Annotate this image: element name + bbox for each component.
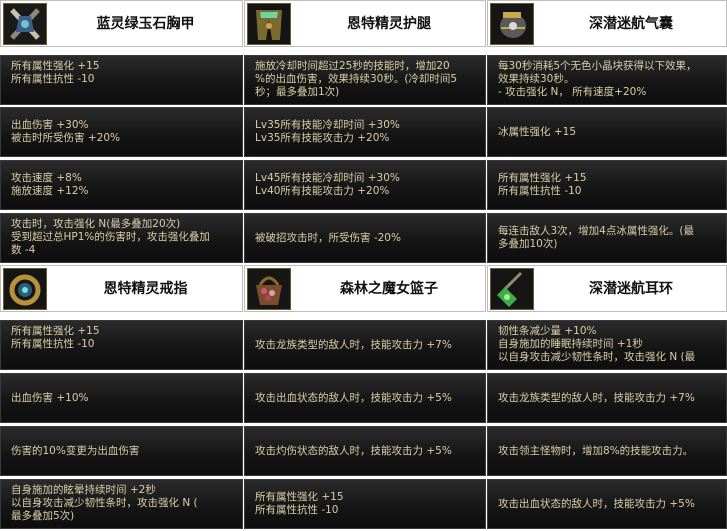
- stat-row: 攻击时，攻击强化 N(最多叠加20次) 受到超过总HP1%的伤害时，攻击强化叠加…: [0, 213, 243, 263]
- witch-basket-icon: [247, 268, 291, 310]
- stat-row: 被破招攻击时，所受伤害 -20%: [244, 213, 486, 263]
- stat-row: 出血伤害 +30% 被击时所受伤害 +20%: [0, 107, 243, 157]
- stat-row: 攻击龙族类型的敌人时，技能攻击力 +7%: [244, 320, 486, 370]
- air-bladder-icon: [490, 3, 534, 45]
- stat-row: Lv45所有技能冷却时间 +30% Lv40所有技能攻击力 +20%: [244, 160, 486, 210]
- stat-row: Lv35所有技能冷却时间 +30% Lv35所有技能攻击力 +20%: [244, 107, 486, 157]
- item-card-breastplate: 蓝灵绿玉石胸甲 所有属性强化 +15 所有属性抗性 -10 出血伤害 +30% …: [0, 0, 243, 264]
- stat-row: 每30秒消耗5个无色小晶块获得以下效果， 效果持续30秒。 - 攻击强化 N， …: [487, 55, 727, 105]
- stat-row: 攻击出血状态的敌人时，技能攻击力 +5%: [487, 479, 727, 529]
- item-header: 深潜迷航耳环: [487, 265, 727, 312]
- ring-icon: [3, 268, 47, 310]
- item-card-air-bladder: 深潜迷航气囊 每30秒消耗5个无色小晶块获得以下效果， 效果持续30秒。 - 攻…: [487, 0, 727, 264]
- stat-row: 每连击敌人3次，增加4点冰属性强化。(最 多叠加10次): [487, 213, 727, 263]
- item-card-earring: 深潜迷航耳环 韧性条减少量 +10% 自身施加的睡眠持续时间 +1秒 以自身攻击…: [487, 265, 727, 531]
- stat-row: 攻击速度 +8% 施放速度 +12%: [0, 160, 243, 210]
- item-card-witch-basket: 森林之魔女篮子 攻击龙族类型的敌人时，技能攻击力 +7% 攻击出血状态的敌人时，…: [244, 265, 486, 531]
- leg-armor-icon: [247, 3, 291, 45]
- item-header: 恩特精灵戒指: [0, 265, 243, 312]
- item-title: 深潜迷航气囊: [589, 16, 673, 32]
- item-title: 蓝灵绿玉石胸甲: [96, 16, 195, 32]
- item-card-leg-armor: 恩特精灵护腿 施放冷却时间超过25秒的技能时，增加20 %的出血伤害，效果持续3…: [244, 0, 486, 264]
- stat-row: 韧性条减少量 +10% 自身施加的睡眠持续时间 +1秒 以自身攻击减少韧性条时，…: [487, 320, 727, 370]
- item-title: 恩特精灵护腿: [347, 16, 431, 32]
- breastplate-icon: [3, 3, 47, 45]
- stat-row: 伤害的10%变更为出血伤害: [0, 426, 243, 476]
- item-title: 恩特精灵戒指: [103, 281, 188, 297]
- stat-row: 攻击出血状态的敌人时，技能攻击力 +5%: [244, 373, 486, 423]
- item-header: 恩特精灵护腿: [244, 0, 486, 47]
- item-card-ring: 恩特精灵戒指 所有属性强化 +15 所有属性抗性 -10 出血伤害 +10% 伤…: [0, 265, 243, 531]
- stat-row: 所有属性强化 +15 所有属性抗性 -10: [0, 320, 243, 370]
- item-header: 森林之魔女篮子: [244, 265, 486, 312]
- stat-row: 出血伤害 +10%: [0, 373, 243, 423]
- item-header: 蓝灵绿玉石胸甲: [0, 0, 243, 47]
- stat-row: 攻击灼伤状态的敌人时，技能攻击力 +5%: [244, 426, 486, 476]
- earring-icon: [490, 268, 534, 310]
- stat-row: 所有属性强化 +15 所有属性抗性 -10: [244, 479, 486, 529]
- stat-row: 自身施加的眩晕持续时间 +2秒 以自身攻击减少韧性条时，攻击强化 N ( 最多叠…: [0, 479, 243, 529]
- stat-row: 攻击领主怪物时，增加8%的技能攻击力。: [487, 426, 727, 476]
- stat-row: 所有属性强化 +15 所有属性抗性 -10: [487, 160, 727, 210]
- stat-row: 攻击龙族类型的敌人时，技能攻击力 +7%: [487, 373, 727, 423]
- item-title: 深潜迷航耳环: [589, 281, 673, 297]
- item-header: 深潜迷航气囊: [487, 0, 727, 47]
- stat-row: 施放冷却时间超过25秒的技能时，增加20 %的出血伤害，效果持续30秒。(冷却时…: [244, 55, 486, 105]
- item-title: 森林之魔女篮子: [340, 281, 438, 297]
- stat-row: 冰属性强化 +15: [487, 107, 727, 157]
- stat-row: 所有属性强化 +15 所有属性抗性 -10: [0, 55, 243, 105]
